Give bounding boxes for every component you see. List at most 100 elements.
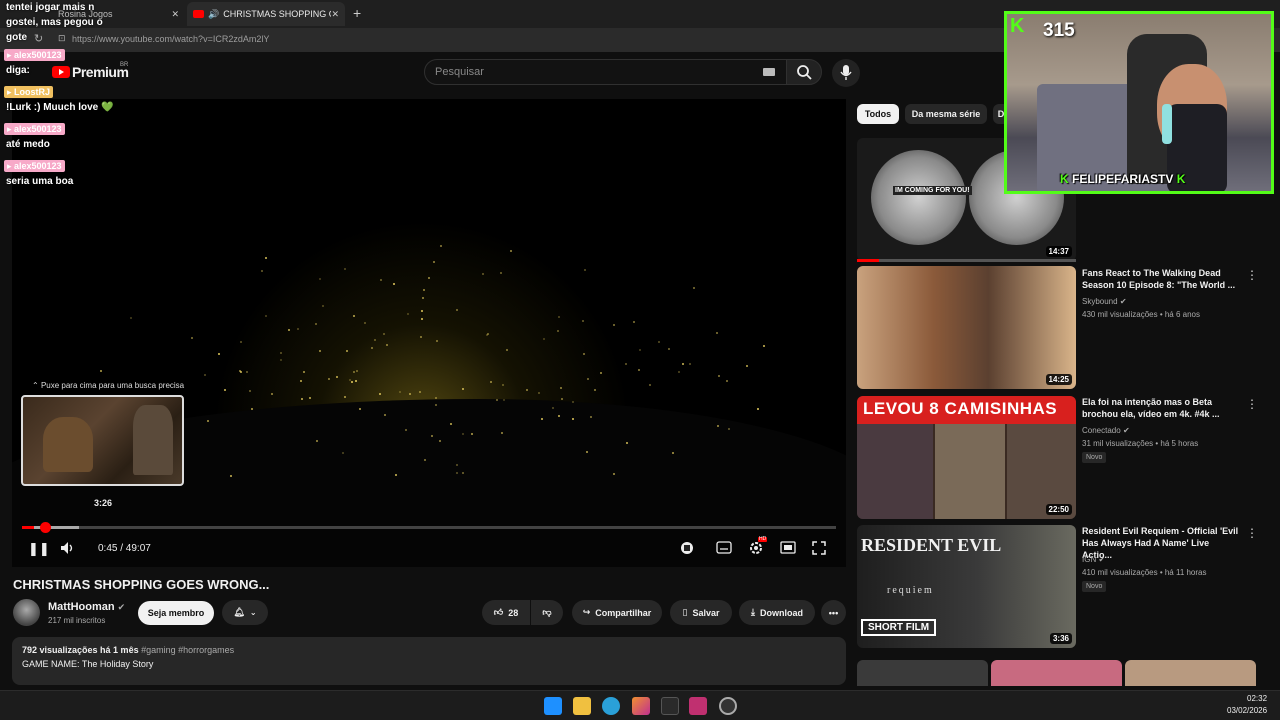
new-tab-icon[interactable]: + — [353, 5, 361, 21]
theater-icon — [780, 541, 796, 554]
recommendation-thumbnail[interactable]: 14:25 — [857, 266, 1076, 389]
video-duration: 22:50 — [1045, 504, 1072, 515]
join-button[interactable]: Seja membro — [138, 601, 214, 625]
voice-search-button[interactable] — [832, 59, 860, 87]
search-input[interactable]: Pesquisar — [424, 59, 788, 85]
app-icon[interactable] — [689, 697, 707, 715]
verified-icon: ✔ — [1122, 426, 1130, 435]
subtitles-button[interactable] — [716, 541, 732, 556]
kick-logo: K — [1010, 15, 1025, 37]
share-label: Compartilhar — [595, 607, 652, 618]
theater-mode-button[interactable] — [780, 541, 796, 556]
recommendation-meta: 430 mil visualizações • há 6 anos — [1082, 310, 1200, 319]
download-button[interactable]: ⤓ Download — [739, 600, 815, 625]
hd-badge: HD — [758, 536, 768, 542]
video-duration: 14:37 — [1045, 246, 1072, 257]
windows-start-icon[interactable] — [544, 697, 562, 715]
channel-name[interactable]: MattHooman ✔ — [48, 601, 125, 613]
chip-same-series[interactable]: Da mesma série — [905, 104, 987, 124]
spark-particle — [667, 347, 670, 350]
app-icon[interactable] — [719, 697, 737, 715]
pause-button[interactable]: ❚❚ — [28, 542, 50, 555]
chat-message: !Lurk :) Muuch love 💚 — [6, 102, 114, 113]
recommendation-title[interactable]: Ela foi na intenção mas o Beta brochou e… — [1082, 396, 1240, 420]
clock-date[interactable]: 03/02/2026 — [1227, 706, 1267, 715]
region-label: BR — [120, 62, 129, 68]
browser-tab-2[interactable]: 🔊 CHRISTMAS SHOPPING GOES ✕ — [187, 2, 345, 26]
channel-avatar[interactable] — [13, 599, 40, 626]
chat-message: tentei jogar mais n gostei, mas pegou o … — [6, 2, 103, 43]
volume-button[interactable] — [60, 541, 76, 557]
chip-all[interactable]: Todos — [857, 104, 899, 124]
spark-particle — [434, 396, 437, 399]
recommendation-channel[interactable]: Skybound ✔ — [1082, 297, 1127, 306]
verified-icon: ✔ — [1119, 297, 1127, 306]
autoplay-toggle[interactable] — [681, 542, 693, 554]
new-badge: Novo — [1082, 452, 1107, 463]
spark-particle — [718, 374, 721, 377]
share-button[interactable]: ↪ Compartilhar — [572, 600, 662, 625]
app-icon[interactable] — [661, 697, 679, 715]
progress-bar[interactable] — [22, 522, 836, 533]
save-button[interactable]: ▯ Salvar — [670, 600, 732, 625]
spark-particle — [658, 341, 661, 344]
recommendation-thumbnail[interactable]: LEVOU 8 CAMISINHAS 22:50 — [857, 396, 1076, 519]
spark-particle — [638, 369, 641, 372]
more-actions-button[interactable]: ••• — [821, 600, 846, 625]
more-options-icon[interactable]: ⋮ — [1246, 397, 1258, 411]
spark-particle — [435, 339, 438, 342]
app-icon[interactable] — [632, 697, 650, 715]
recommendation-thumbnail[interactable] — [1125, 660, 1256, 686]
microphone — [1162, 104, 1172, 144]
thumbs-down-icon: 👎︎ — [542, 607, 552, 617]
tab-close-icon[interactable]: ✕ — [171, 9, 179, 20]
search-button[interactable] — [786, 59, 822, 85]
file-explorer-icon[interactable] — [573, 697, 591, 715]
settings-button[interactable]: HD — [748, 536, 768, 558]
verified-icon: ✔ — [117, 602, 126, 612]
spark-particle — [486, 332, 489, 335]
recommendation-channel[interactable]: Conectado ✔ — [1082, 426, 1130, 435]
share-icon: ↪ — [582, 607, 591, 617]
description-box[interactable]: 792 visualizações há 1 mês #gaming #horr… — [12, 637, 846, 685]
fullscreen-button[interactable] — [812, 541, 826, 557]
bookmark-icon: ▯ — [682, 607, 688, 617]
spark-particle — [537, 392, 540, 395]
windows-taskbar: 02:32 03/02/2026 — [0, 690, 1280, 720]
recommendation-thumbnail[interactable] — [857, 660, 988, 686]
clock-time[interactable]: 02:32 — [1247, 694, 1267, 703]
notifications-button[interactable]: 🔔︎ ⌄ — [222, 600, 268, 625]
youtube-logo-icon[interactable] — [52, 66, 70, 78]
edge-browser-icon[interactable] — [602, 697, 620, 715]
spark-particle — [370, 346, 373, 349]
time-display: 0:45 / 49:07 — [98, 543, 151, 554]
spark-particle — [319, 349, 322, 352]
chat-message: diga: — [6, 65, 30, 76]
keyboard-icon[interactable] — [763, 68, 775, 76]
more-options-icon[interactable]: ⋮ — [1246, 526, 1258, 540]
spark-particle — [404, 428, 407, 431]
like-button[interactable]: 👍︎ 28 — [482, 600, 530, 625]
recommendation-title[interactable]: Fans React to The Walking Dead Season 10… — [1082, 267, 1240, 291]
spark-particle — [746, 365, 749, 368]
spark-particle — [584, 268, 587, 271]
speaker-icon[interactable]: 🔊 — [208, 9, 219, 20]
recommendation-channel[interactable]: IGN ✔ — [1082, 555, 1105, 564]
more-options-icon[interactable]: ⋮ — [1246, 268, 1258, 282]
dislike-button[interactable]: 👎︎ — [531, 600, 563, 625]
video-player[interactable] — [12, 99, 846, 567]
thumbs-up-icon: 👍︎ — [493, 607, 504, 617]
spark-particle — [470, 432, 473, 435]
spark-particle — [374, 338, 377, 341]
preview-figure — [43, 417, 93, 472]
spark-particle — [100, 369, 103, 372]
recommendation-title[interactable]: Resident Evil Requiem - Official 'Evil H… — [1082, 525, 1240, 561]
spark-particle — [639, 349, 642, 352]
thumb-subcaption: requiem — [887, 585, 934, 596]
tab-close-icon[interactable]: ✕ — [331, 9, 339, 20]
spark-particle — [455, 308, 458, 311]
spark-particle — [420, 309, 423, 312]
recommendation-thumbnail[interactable] — [991, 660, 1122, 686]
recommendation-thumbnail[interactable]: RESIDENT EVIL requiem SHORT FILM 3:36 — [857, 525, 1076, 648]
spark-particle — [351, 380, 354, 383]
